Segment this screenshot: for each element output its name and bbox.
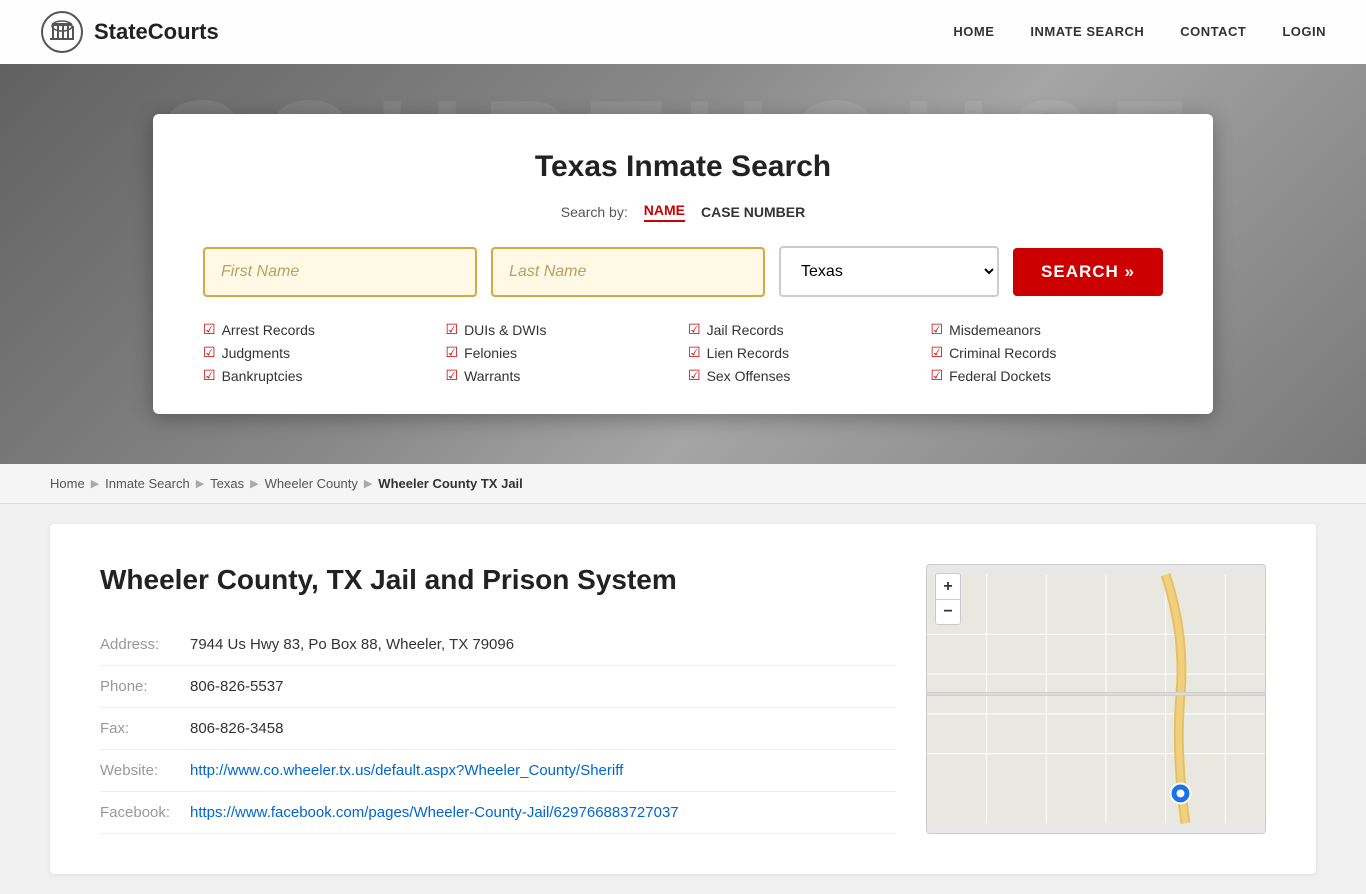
- check-jail-records: ☑ Jail Records: [688, 321, 921, 338]
- nav-home[interactable]: HOME: [953, 24, 994, 39]
- facebook-link[interactable]: https://www.facebook.com/pages/Wheeler-C…: [190, 804, 679, 821]
- check-label: Lien Records: [707, 345, 790, 361]
- breadcrumb-texas[interactable]: Texas: [210, 476, 244, 491]
- check-criminal-records: ☑ Criminal Records: [931, 344, 1164, 361]
- check-label: Criminal Records: [949, 345, 1056, 361]
- check-warrants: ☑ Warrants: [446, 367, 679, 384]
- phone-row: Phone: 806-826-5537: [100, 666, 896, 708]
- check-label: Felonies: [464, 345, 517, 361]
- hero-section: COURTHOUSE Texas Inmate Search Search by…: [0, 64, 1366, 464]
- check-judgments: ☑ Judgments: [203, 344, 436, 361]
- check-lien-records: ☑ Lien Records: [688, 344, 921, 361]
- check-label: Bankruptcies: [222, 368, 303, 384]
- fax-label: Fax:: [100, 708, 190, 750]
- check-label: Sex Offenses: [707, 368, 791, 384]
- website-value[interactable]: http://www.co.wheeler.tx.us/default.aspx…: [190, 750, 896, 792]
- check-icon: ☑: [931, 321, 944, 338]
- check-icon: ☑: [203, 367, 216, 384]
- map-zoom-out[interactable]: −: [935, 599, 961, 625]
- check-misdemeanors: ☑ Misdemeanors: [931, 321, 1164, 338]
- main-content: Wheeler County, TX Jail and Prison Syste…: [0, 524, 1366, 874]
- facility-info: Wheeler County, TX Jail and Prison Syste…: [100, 564, 896, 834]
- state-select[interactable]: Texas Alabama Alaska Arizona Arkansas Ca…: [779, 246, 999, 297]
- check-icon: ☑: [688, 367, 701, 384]
- address-row: Address: 7944 Us Hwy 83, Po Box 88, Whee…: [100, 624, 896, 666]
- breadcrumb-sep: ▶: [196, 477, 204, 490]
- logo-text: StateCourts: [94, 19, 219, 45]
- facebook-row: Facebook: https://www.facebook.com/pages…: [100, 792, 896, 834]
- breadcrumb-wheeler-county[interactable]: Wheeler County: [265, 476, 358, 491]
- search-inputs-row: Texas Alabama Alaska Arizona Arkansas Ca…: [203, 246, 1163, 297]
- check-label: Federal Dockets: [949, 368, 1051, 384]
- website-row: Website: http://www.co.wheeler.tx.us/def…: [100, 750, 896, 792]
- check-icon: ☑: [203, 344, 216, 361]
- website-link[interactable]: http://www.co.wheeler.tx.us/default.aspx…: [190, 762, 623, 779]
- check-sex-offenses: ☑ Sex Offenses: [688, 367, 921, 384]
- check-label: Misdemeanors: [949, 322, 1041, 338]
- breadcrumb-home[interactable]: Home: [50, 476, 85, 491]
- facility-title: Wheeler County, TX Jail and Prison Syste…: [100, 564, 896, 596]
- check-icon: ☑: [688, 344, 701, 361]
- check-label: Jail Records: [707, 322, 784, 338]
- breadcrumb-inmate-search[interactable]: Inmate Search: [105, 476, 190, 491]
- tab-case-number[interactable]: CASE NUMBER: [701, 204, 805, 220]
- main-nav: HOME INMATE SEARCH CONTACT LOGIN: [953, 23, 1326, 41]
- first-name-input[interactable]: [203, 247, 477, 297]
- check-label: DUIs & DWIs: [464, 322, 546, 338]
- logo-icon: [40, 10, 84, 54]
- site-header: StateCourts HOME INMATE SEARCH CONTACT L…: [0, 0, 1366, 64]
- tab-name[interactable]: NAME: [644, 202, 685, 222]
- breadcrumb-current: Wheeler County TX Jail: [378, 476, 522, 491]
- check-bankruptcies: ☑ Bankruptcies: [203, 367, 436, 384]
- check-icon: ☑: [446, 344, 459, 361]
- check-arrest-records: ☑ Arrest Records: [203, 321, 436, 338]
- check-duis: ☑ DUIs & DWIs: [446, 321, 679, 338]
- check-icon: ☑: [203, 321, 216, 338]
- checkmarks-grid: ☑ Arrest Records ☑ DUIs & DWIs ☑ Jail Re…: [203, 321, 1163, 384]
- nav-inmate-search[interactable]: INMATE SEARCH: [1030, 24, 1144, 39]
- check-icon: ☑: [446, 321, 459, 338]
- address-value: 7944 Us Hwy 83, Po Box 88, Wheeler, TX 7…: [190, 624, 896, 666]
- breadcrumb-sep: ▶: [364, 477, 372, 490]
- phone-label: Phone:: [100, 666, 190, 708]
- facebook-value[interactable]: https://www.facebook.com/pages/Wheeler-C…: [190, 792, 896, 834]
- website-label: Website:: [100, 750, 190, 792]
- check-icon: ☑: [446, 367, 459, 384]
- facebook-label: Facebook:: [100, 792, 190, 834]
- fax-value: 806-826-3458: [190, 708, 896, 750]
- check-felonies: ☑ Felonies: [446, 344, 679, 361]
- map-svg: [927, 565, 1265, 833]
- search-by-label: Search by:: [561, 204, 628, 220]
- search-title: Texas Inmate Search: [203, 150, 1163, 184]
- map-zoom-in[interactable]: +: [935, 573, 961, 599]
- check-label: Warrants: [464, 368, 520, 384]
- nav-login[interactable]: LOGIN: [1282, 24, 1326, 39]
- info-table: Address: 7944 Us Hwy 83, Po Box 88, Whee…: [100, 624, 896, 834]
- search-by-row: Search by: NAME CASE NUMBER: [203, 202, 1163, 222]
- facility-card: Wheeler County, TX Jail and Prison Syste…: [50, 524, 1316, 874]
- check-federal-dockets: ☑ Federal Dockets: [931, 367, 1164, 384]
- breadcrumb-sep: ▶: [91, 477, 99, 490]
- check-icon: ☑: [931, 344, 944, 361]
- map-area: + −: [926, 564, 1266, 834]
- address-label: Address:: [100, 624, 190, 666]
- last-name-input[interactable]: [491, 247, 765, 297]
- nav-contact[interactable]: CONTACT: [1180, 24, 1246, 39]
- check-icon: ☑: [931, 367, 944, 384]
- search-button[interactable]: SEARCH »: [1013, 248, 1163, 296]
- logo-area: StateCourts: [40, 10, 219, 54]
- phone-value: 806-826-5537: [190, 666, 896, 708]
- map-controls: + −: [935, 573, 961, 625]
- check-label: Judgments: [222, 345, 290, 361]
- breadcrumb: Home ▶ Inmate Search ▶ Texas ▶ Wheeler C…: [0, 464, 1366, 504]
- search-card: Texas Inmate Search Search by: NAME CASE…: [153, 114, 1213, 414]
- check-label: Arrest Records: [222, 322, 315, 338]
- check-icon: ☑: [688, 321, 701, 338]
- breadcrumb-sep: ▶: [250, 477, 258, 490]
- fax-row: Fax: 806-826-3458: [100, 708, 896, 750]
